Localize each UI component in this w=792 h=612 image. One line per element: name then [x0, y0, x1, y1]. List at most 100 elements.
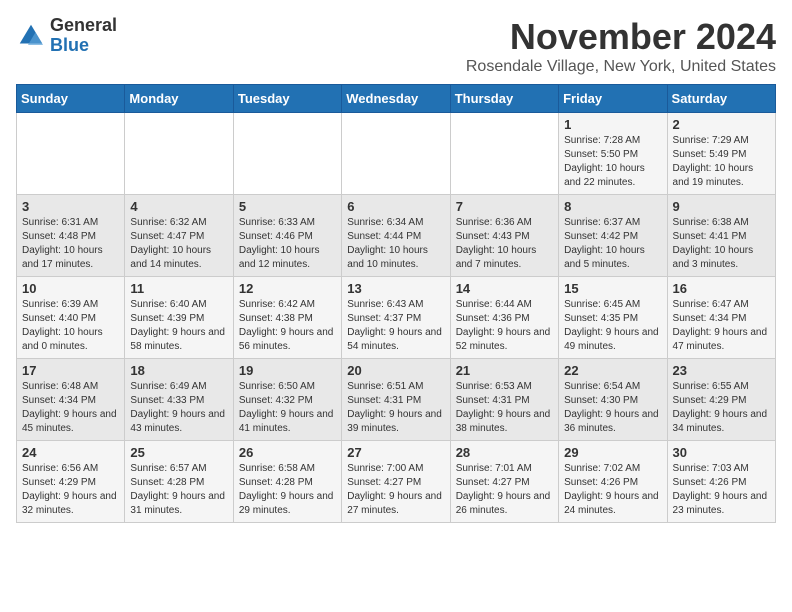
- day-cell: 13Sunrise: 6:43 AM Sunset: 4:37 PM Dayli…: [342, 277, 450, 359]
- day-number: 26: [239, 445, 336, 460]
- day-info: Sunrise: 7:00 AM Sunset: 4:27 PM Dayligh…: [347, 462, 444, 518]
- header-friday: Friday: [559, 85, 667, 113]
- day-info: Sunrise: 6:31 AM Sunset: 4:48 PM Dayligh…: [22, 216, 119, 272]
- day-info: Sunrise: 6:56 AM Sunset: 4:29 PM Dayligh…: [22, 462, 119, 518]
- day-info: Sunrise: 7:01 AM Sunset: 4:27 PM Dayligh…: [456, 462, 553, 518]
- logo-blue-text: Blue: [50, 36, 117, 56]
- day-cell: 9 Sunrise: 6:38 AM Sunset: 4:41 PM Daylig…: [667, 195, 775, 277]
- day-cell: 6 Sunrise: 6:34 AM Sunset: 4:44 PM Daylig…: [342, 195, 450, 277]
- day-info: Sunrise: 7:03 AM Sunset: 4:26 PM Dayligh…: [673, 462, 770, 518]
- day-info: Sunrise: 6:32 AM Sunset: 4:47 PM Dayligh…: [130, 216, 227, 272]
- week-row-2: 10 Sunrise: 6:39 AM Sunset: 4:40 PM Dayli…: [17, 277, 776, 359]
- day-info: Sunrise: 6:51 AM Sunset: 4:31 PM Dayligh…: [347, 380, 444, 436]
- day-info: Sunrise: 6:33 AM Sunset: 4:46 PM Dayligh…: [239, 216, 336, 272]
- day-cell: 7 Sunrise: 6:36 AM Sunset: 4:43 PM Daylig…: [450, 195, 558, 277]
- day-cell: 26 Sunrise: 6:58 AM Sunset: 4:28 PM Dayli…: [233, 441, 341, 523]
- day-cell: [17, 113, 125, 195]
- day-number: 30: [673, 445, 770, 460]
- logo-general-text: General: [50, 16, 117, 36]
- day-number: 19: [239, 363, 336, 378]
- day-info: Sunrise: 6:53 AM Sunset: 4:31 PM Dayligh…: [456, 380, 553, 436]
- day-info: Sunrise: 6:34 AM Sunset: 4:44 PM Dayligh…: [347, 216, 444, 272]
- day-number: 15: [564, 281, 661, 296]
- day-number: 10: [22, 281, 119, 296]
- day-info: Sunrise: 6:57 AM Sunset: 4:28 PM Dayligh…: [130, 462, 227, 518]
- day-info: Sunrise: 6:36 AM Sunset: 4:43 PM Dayligh…: [456, 216, 553, 272]
- day-info: Sunrise: 6:44 AM Sunset: 4:36 PM Dayligh…: [456, 298, 553, 354]
- day-cell: 24 Sunrise: 6:56 AM Sunset: 4:29 PM Dayli…: [17, 441, 125, 523]
- day-info: Sunrise: 6:50 AM Sunset: 4:32 PM Dayligh…: [239, 380, 336, 436]
- week-row-3: 17Sunrise: 6:48 AM Sunset: 4:34 PM Dayli…: [17, 359, 776, 441]
- day-cell: [342, 113, 450, 195]
- day-cell: 3 Sunrise: 6:31 AM Sunset: 4:48 PM Daylig…: [17, 195, 125, 277]
- header-thursday: Thursday: [450, 85, 558, 113]
- day-info: Sunrise: 6:54 AM Sunset: 4:30 PM Dayligh…: [564, 380, 661, 436]
- day-cell: [125, 113, 233, 195]
- day-cell: 16Sunrise: 6:47 AM Sunset: 4:34 PM Dayli…: [667, 277, 775, 359]
- day-info: Sunrise: 6:42 AM Sunset: 4:38 PM Dayligh…: [239, 298, 336, 354]
- logo: General Blue: [16, 16, 117, 56]
- day-cell: 5 Sunrise: 6:33 AM Sunset: 4:46 PM Daylig…: [233, 195, 341, 277]
- day-number: 3: [22, 199, 119, 214]
- day-number: 1: [564, 117, 661, 132]
- day-info: Sunrise: 6:58 AM Sunset: 4:28 PM Dayligh…: [239, 462, 336, 518]
- day-cell: 17Sunrise: 6:48 AM Sunset: 4:34 PM Dayli…: [17, 359, 125, 441]
- day-number: 7: [456, 199, 553, 214]
- header: General Blue November 2024 Rosendale Vil…: [16, 16, 776, 76]
- day-cell: 4 Sunrise: 6:32 AM Sunset: 4:47 PM Daylig…: [125, 195, 233, 277]
- logo-text: General Blue: [50, 16, 117, 56]
- day-number: 24: [22, 445, 119, 460]
- header-wednesday: Wednesday: [342, 85, 450, 113]
- day-info: Sunrise: 6:49 AM Sunset: 4:33 PM Dayligh…: [130, 380, 227, 436]
- week-row-1: 3 Sunrise: 6:31 AM Sunset: 4:48 PM Daylig…: [17, 195, 776, 277]
- day-cell: 30 Sunrise: 7:03 AM Sunset: 4:26 PM Dayli…: [667, 441, 775, 523]
- day-number: 25: [130, 445, 227, 460]
- day-cell: 28 Sunrise: 7:01 AM Sunset: 4:27 PM Dayli…: [450, 441, 558, 523]
- day-number: 14: [456, 281, 553, 296]
- day-cell: 1Sunrise: 7:28 AM Sunset: 5:50 PM Daylig…: [559, 113, 667, 195]
- day-info: Sunrise: 6:39 AM Sunset: 4:40 PM Dayligh…: [22, 298, 119, 354]
- day-number: 11: [130, 281, 227, 296]
- day-info: Sunrise: 6:45 AM Sunset: 4:35 PM Dayligh…: [564, 298, 661, 354]
- day-number: 29: [564, 445, 661, 460]
- day-number: 9: [673, 199, 770, 214]
- title-section: November 2024 Rosendale Village, New Yor…: [466, 16, 776, 76]
- day-number: 2: [673, 117, 770, 132]
- day-number: 5: [239, 199, 336, 214]
- header-saturday: Saturday: [667, 85, 775, 113]
- day-number: 27: [347, 445, 444, 460]
- day-info: Sunrise: 6:38 AM Sunset: 4:41 PM Dayligh…: [673, 216, 770, 272]
- day-cell: 22Sunrise: 6:54 AM Sunset: 4:30 PM Dayli…: [559, 359, 667, 441]
- week-row-4: 24 Sunrise: 6:56 AM Sunset: 4:29 PM Dayli…: [17, 441, 776, 523]
- day-cell: [450, 113, 558, 195]
- day-cell: 27 Sunrise: 7:00 AM Sunset: 4:27 PM Dayli…: [342, 441, 450, 523]
- day-cell: 19 Sunrise: 6:50 AM Sunset: 4:32 PM Dayli…: [233, 359, 341, 441]
- day-cell: 15 Sunrise: 6:45 AM Sunset: 4:35 PM Dayli…: [559, 277, 667, 359]
- day-cell: 10 Sunrise: 6:39 AM Sunset: 4:40 PM Dayli…: [17, 277, 125, 359]
- calendar-table: SundayMondayTuesdayWednesdayThursdayFrid…: [16, 84, 776, 523]
- week-row-0: 1Sunrise: 7:28 AM Sunset: 5:50 PM Daylig…: [17, 113, 776, 195]
- day-info: Sunrise: 6:37 AM Sunset: 4:42 PM Dayligh…: [564, 216, 661, 272]
- day-number: 4: [130, 199, 227, 214]
- day-cell: 21Sunrise: 6:53 AM Sunset: 4:31 PM Dayli…: [450, 359, 558, 441]
- day-cell: 8 Sunrise: 6:37 AM Sunset: 4:42 PM Daylig…: [559, 195, 667, 277]
- day-number: 6: [347, 199, 444, 214]
- day-number: 18: [130, 363, 227, 378]
- day-cell: 14 Sunrise: 6:44 AM Sunset: 4:36 PM Dayli…: [450, 277, 558, 359]
- month-title: November 2024: [466, 16, 776, 58]
- day-info: Sunrise: 6:47 AM Sunset: 4:34 PM Dayligh…: [673, 298, 770, 354]
- day-number: 8: [564, 199, 661, 214]
- calendar-header-row: SundayMondayTuesdayWednesdayThursdayFrid…: [17, 85, 776, 113]
- header-monday: Monday: [125, 85, 233, 113]
- day-cell: 20Sunrise: 6:51 AM Sunset: 4:31 PM Dayli…: [342, 359, 450, 441]
- day-cell: 29 Sunrise: 7:02 AM Sunset: 4:26 PM Dayli…: [559, 441, 667, 523]
- header-tuesday: Tuesday: [233, 85, 341, 113]
- day-cell: [233, 113, 341, 195]
- day-cell: 23Sunrise: 6:55 AM Sunset: 4:29 PM Dayli…: [667, 359, 775, 441]
- day-cell: 2Sunrise: 7:29 AM Sunset: 5:49 PM Daylig…: [667, 113, 775, 195]
- header-sunday: Sunday: [17, 85, 125, 113]
- day-info: Sunrise: 6:43 AM Sunset: 4:37 PM Dayligh…: [347, 298, 444, 354]
- day-number: 17: [22, 363, 119, 378]
- day-number: 28: [456, 445, 553, 460]
- day-info: Sunrise: 7:02 AM Sunset: 4:26 PM Dayligh…: [564, 462, 661, 518]
